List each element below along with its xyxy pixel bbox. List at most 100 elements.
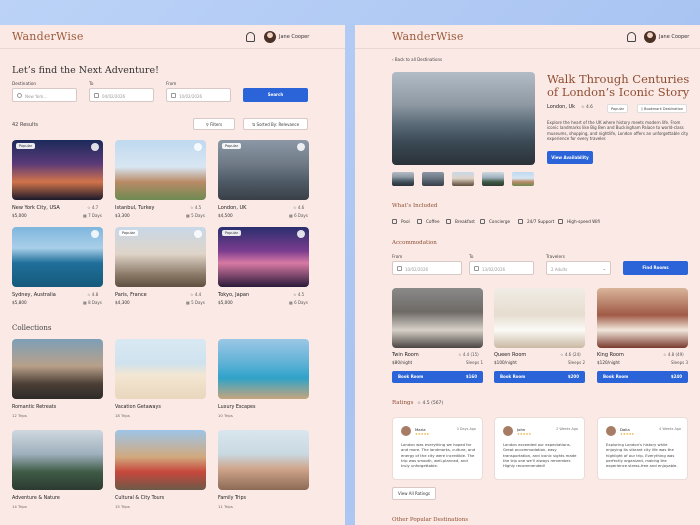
calendar-icon (171, 93, 176, 98)
rating-value: 4.8 (91, 292, 99, 297)
detail-title-line2: of London’s Iconic Story (547, 85, 690, 99)
reviewer-avatar (503, 426, 513, 436)
room-image[interactable] (392, 288, 483, 348)
gallery-thumb[interactable] (392, 172, 414, 186)
destinations-panel: WanderWise Jane Cooper Let’s find the Ne… (0, 25, 345, 525)
heart-icon[interactable] (91, 230, 99, 238)
destination-duration: ▦ 6 Days (289, 300, 308, 305)
book-room-button[interactable]: Book Room $160 (392, 371, 483, 383)
room-rating-value: 4.4 (15) (462, 352, 479, 357)
book-room-button[interactable]: Book Room $200 (494, 371, 585, 383)
heart-icon[interactable] (91, 143, 99, 151)
review-date: 2 Weeks Ago (556, 427, 578, 431)
ratings-heading: Ratings (392, 400, 414, 406)
destination-name: Tokyo, Japan (218, 292, 250, 298)
collection-image[interactable] (12, 430, 103, 490)
gallery-thumb[interactable] (422, 172, 444, 186)
destination-image[interactable]: Popular (218, 140, 309, 200)
collection-title: Luxury Escapes (218, 405, 256, 410)
room-image[interactable] (494, 288, 585, 348)
star-rating: ★★★★★ (517, 432, 532, 436)
destination-image[interactable]: Popular (218, 227, 309, 287)
room-price: $100/night (494, 360, 517, 365)
duration-value: 6 Days (294, 213, 308, 218)
rating-value: 4.7 (91, 205, 99, 210)
travelers-select[interactable]: 2 Adults ⌄ (546, 261, 611, 275)
rating-value: 4.5 (194, 205, 202, 210)
header: WanderWise Jane Cooper (355, 25, 700, 49)
to-date-input[interactable]: 04/02/2026 (89, 88, 154, 102)
destination-image[interactable] (115, 140, 206, 200)
review-card: John ★★★★★ 2 Weeks Ago London exceeded our … (494, 417, 585, 480)
acc-from-label: From (392, 254, 403, 259)
support-icon (518, 219, 523, 224)
bookmark-button[interactable]: ▯ Bookmark Destination (637, 104, 687, 113)
back-link[interactable]: ‹ Back to all Destinations (392, 57, 442, 62)
collection-image[interactable] (218, 430, 309, 490)
brand-logo[interactable]: WanderWise (392, 30, 464, 43)
breakfast-icon (446, 219, 451, 224)
duration-value: 5 Days (191, 300, 205, 305)
heart-icon[interactable] (194, 230, 202, 238)
destination-input[interactable]: New York... (12, 88, 77, 102)
bell-icon[interactable] (627, 32, 636, 42)
avatar[interactable] (644, 31, 656, 43)
room-name: Queen Room (494, 352, 527, 358)
from-date-input[interactable]: 10/02/2026 (166, 88, 231, 102)
to-date-value: 04/02/2026 (102, 93, 126, 99)
sort-label: Sorted By: Relevance (256, 122, 300, 127)
review-text: Exploring London's history while enjoyin… (606, 442, 678, 469)
room-image[interactable] (597, 288, 688, 348)
collection-image[interactable] (218, 339, 309, 399)
room-sleeps: Sleeps 1 (466, 360, 484, 365)
bell-icon[interactable] (246, 32, 255, 42)
heart-icon[interactable] (194, 143, 202, 151)
collection-image[interactable] (115, 430, 206, 490)
page-title: Let’s find the Next Adventure! (12, 65, 159, 76)
amenity-label: 24/7 Support (527, 219, 555, 224)
review-date: 3 Days Ago (456, 427, 476, 431)
destination-image[interactable]: Popular (12, 140, 103, 200)
other-destinations-heading: Other Popular Destinations (392, 517, 469, 523)
review-date: 4 Weeks Ago (659, 427, 681, 431)
concierge-icon (480, 219, 485, 224)
user-name[interactable]: Jane Cooper (659, 34, 689, 40)
brand-logo[interactable]: WanderWise (12, 30, 84, 43)
review-text: London was everything we hoped for and m… (401, 442, 476, 469)
avatar[interactable] (264, 31, 276, 43)
destination-rating: ☆ 4.5 (190, 205, 201, 210)
collection-image[interactable] (115, 339, 206, 399)
collection-trips: 15 Trips (115, 504, 130, 509)
heart-icon[interactable] (297, 143, 305, 151)
destination-image[interactable] (12, 227, 103, 287)
gallery-thumb[interactable] (482, 172, 504, 186)
destination-rating: ☆ 4.4 (190, 292, 201, 297)
destination-image[interactable]: Popular (115, 227, 206, 287)
acc-from-input[interactable]: 10/02/2026 (392, 261, 462, 275)
to-label: To (89, 81, 94, 86)
gallery-thumb[interactable] (512, 172, 534, 186)
heart-icon[interactable] (297, 230, 305, 238)
calendar-icon (474, 266, 479, 271)
review-card: Dalia ★★★★★ 4 Weeks Ago Exploring London's … (597, 417, 688, 480)
view-availability-button[interactable]: View Availability (547, 151, 593, 164)
acc-to-input[interactable]: 13/02/2026 (469, 261, 534, 275)
sort-button[interactable]: ⇅ Sorted By: Relevance (243, 118, 308, 130)
popular-badge: Popular (222, 230, 242, 236)
collection-image[interactable] (12, 339, 103, 399)
book-room-button[interactable]: Book Room $240 (597, 371, 688, 383)
acc-from-value: 10/02/2026 (405, 266, 429, 272)
view-all-ratings-button[interactable]: View All Ratings (392, 487, 436, 500)
user-name[interactable]: Jane Cooper (279, 34, 309, 40)
search-button[interactable]: Search (243, 88, 308, 102)
collection-title: Family Trips (218, 496, 247, 501)
gallery-thumb[interactable] (452, 172, 474, 186)
book-room-label: Book Room (398, 374, 424, 379)
find-rooms-button[interactable]: Find Rooms (623, 261, 688, 275)
duration-value: 7 Days (88, 213, 102, 218)
collection-trips: 11 Trips (218, 504, 233, 509)
reviewer-avatar (401, 426, 411, 436)
filters-button[interactable]: ⚲ Filters (193, 118, 235, 130)
detail-rating-value: 4.6 (586, 104, 593, 109)
room-total: $160 (465, 374, 477, 379)
